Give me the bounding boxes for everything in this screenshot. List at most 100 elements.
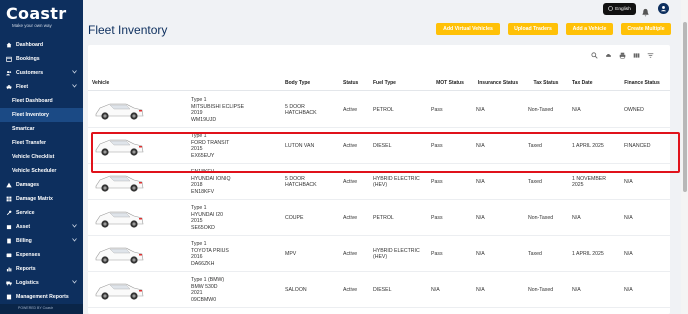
sidebar-item-vehicle-checklist[interactable]: Vehicle Checklist [0,150,83,164]
sidebar: Coastr Make your own way Dashboard Bookin… [0,0,83,314]
sidebar-item-fleet-inventory[interactable]: Fleet Inventory [0,108,83,122]
report-icon [5,294,12,300]
mot-status-cell: Pass [431,106,443,113]
sidebar-item-label: Vehicle Checklist [12,154,55,160]
chevron-down-icon[interactable] [72,224,77,230]
table-row[interactable]: EN18KFV HYUNDAI IONIQ 2018 EN18KFV 5 DOOR… [88,164,670,200]
insurance-status-cell: N/A [476,286,485,293]
mot-status-cell: Pass [431,250,443,257]
chevron-down-icon[interactable] [72,280,77,286]
sidebar-item-label: Fleet Dashboard [12,98,53,104]
page-title: Fleet Inventory [88,23,168,37]
sidebar-item-bookings[interactable]: Bookings [0,52,83,66]
language-button[interactable]: English [603,3,636,15]
vehicle-thumbnail[interactable] [92,96,146,124]
status-cell: Active [343,250,358,257]
print-icon[interactable] [619,52,626,59]
chevron-down-icon[interactable] [72,70,77,76]
sidebar-item-damage-matrix[interactable]: Damage Matrix [0,192,83,206]
vehicle-thumbnail[interactable] [92,276,146,304]
table-row[interactable]: Type 1 HYUNDAI I20 2015 SE65OKD COUPE Acti… [88,200,670,236]
vehicle-thumbnail[interactable] [92,168,146,196]
brand[interactable]: Coastr Make your own way [0,0,83,38]
column-header[interactable]: Fuel Type [373,75,413,91]
sidebar-item-label: Reports [16,266,36,272]
sidebar-item-dashboard[interactable]: Dashboard [0,38,83,52]
sidebar-item-fleet[interactable]: Fleet [0,80,83,94]
sidebar-item-label: Billing [16,238,32,244]
table-toolbar [591,52,654,59]
user-avatar-icon[interactable] [658,3,669,14]
mot-status-cell: Pass [431,178,443,185]
sidebar-item-smartcar[interactable]: Smartcar [0,122,83,136]
sidebar-item-asset[interactable]: Asset [0,220,83,234]
column-header[interactable]: Insurance Status [476,75,520,91]
finance-status-cell: N/A [624,178,633,185]
add-vehicle-button[interactable]: Add a Vehicle [566,23,613,35]
sidebar-item-management-reports[interactable]: Management Reports [0,290,83,304]
bell-icon[interactable] [641,4,650,17]
sidebar-item-service[interactable]: Service [0,206,83,220]
vehicle-thumbnail[interactable] [92,204,146,232]
tax-date-cell: N/A [572,286,581,293]
vehicle-thumbnail[interactable] [92,132,146,160]
vehicle-thumbnail[interactable] [92,240,146,268]
sidebar-item-label: Fleet [16,84,29,90]
box-icon [5,224,12,230]
table-row[interactable]: Type 1 TOYOTA PRIUS 2016 DA66ZKH MPV Activ… [88,236,670,272]
users-icon [5,70,12,76]
body-type-cell: COUPE [285,214,304,221]
chevron-down-icon[interactable] [72,238,77,244]
sidebar-item-logistics[interactable]: Logistics [0,276,83,290]
column-header[interactable]: Body Type [285,75,325,91]
sidebar-item-reports[interactable]: Reports [0,262,83,276]
upload-traders-button[interactable]: Upload Traders [508,23,558,35]
sidebar-item-label: Fleet Inventory [12,112,49,118]
sidebar-item-fleet-dashboard[interactable]: Fleet Dashboard [0,94,83,108]
tax-date-cell: 1 APRIL 2025 [572,250,604,257]
column-header[interactable]: Finance Status [620,75,664,91]
body-type-cell: MPV [285,250,297,257]
sidebar-item-damages[interactable]: Damages [0,178,83,192]
fuel-type-cell: HYBRID ELECTRIC (HEV) [373,247,420,261]
sidebar-item-fleet-transfer[interactable]: Fleet Transfer [0,136,83,150]
status-cell: Active [343,214,358,221]
sidebar-item-expenses[interactable]: Expenses [0,248,83,262]
status-cell: Active [343,142,358,149]
page-scrollbar[interactable] [681,0,688,314]
fuel-type-cell: PETROL [373,214,394,221]
column-header[interactable]: Tax Date [572,75,612,91]
mot-status-cell: Pass [431,142,443,149]
table-row[interactable]: Type 1 MITSUBISHI ECLIPSE 2019 WM19UJD 5 … [88,92,670,128]
column-header[interactable]: Vehicle [92,75,152,91]
status-cell: Active [343,106,358,113]
finance-status-cell: N/A [624,250,633,257]
column-header[interactable]: MOT Status [431,75,469,91]
insurance-status-cell: N/A [476,142,485,149]
vehicle-info-cell: Type 1 FORD TRANSIT 2015 EX65EUY [191,133,230,159]
filter-icon[interactable] [647,52,654,59]
table-row[interactable]: Type 1 (BMW) BMW 530D 2021 09CBMW0 SALOON… [88,272,670,308]
cloud-download-icon[interactable] [605,52,612,59]
scrollbar-thumb[interactable] [683,22,687,192]
top-bar: English [83,0,688,18]
column-header[interactable]: Tax Status [528,75,564,91]
sidebar-item-vehicle-scheduler[interactable]: Vehicle Scheduler [0,164,83,178]
table-row[interactable]: Type 1 FORD TRANSIT 2015 EX65EUY LUTON VA… [88,128,670,164]
columns-icon[interactable] [633,52,640,59]
add-virtual-vehicles-button[interactable]: Add Virtual Vehicles [436,23,500,35]
body-type-cell: 5 DOOR HATCHBACK [285,175,317,189]
insurance-status-cell: N/A [476,250,485,257]
insurance-status-cell: N/A [476,214,485,221]
finance-status-cell: OWNED [624,106,644,113]
sidebar-item-billing[interactable]: Billing [0,234,83,248]
search-icon[interactable] [591,52,598,59]
mot-status-cell: N/A [431,286,440,293]
language-label: English [615,6,631,12]
chevron-down-icon[interactable] [72,84,77,90]
sidebar-item-customers[interactable]: Customers [0,66,83,80]
create-multiple-button[interactable]: Create Multiple [621,23,671,35]
column-header[interactable]: Status [343,75,373,91]
sidebar-item-label: Expenses [16,252,41,258]
body-type-cell: SALOON [285,286,307,293]
